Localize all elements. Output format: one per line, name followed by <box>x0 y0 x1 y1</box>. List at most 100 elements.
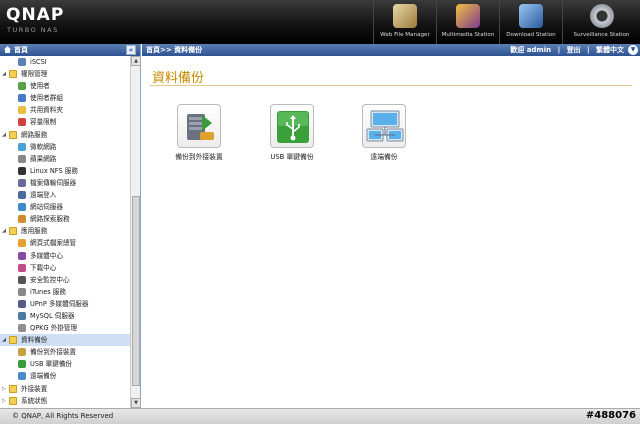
sidebar-item[interactable]: 遠端登入 <box>0 189 130 201</box>
breadcrumb[interactable]: 首頁>> 資料備份 <box>146 46 202 54</box>
sidebar-item-label: 網站伺服器 <box>30 203 63 212</box>
sidebar-item[interactable]: 備份到外接裝置 <box>0 346 130 358</box>
collapse-sidebar-button[interactable]: « <box>126 45 136 55</box>
menu-item-icon <box>18 287 26 296</box>
menu-item-icon <box>18 82 26 91</box>
collapsed-triangle-icon[interactable]: ▷ <box>1 383 7 395</box>
menu-item-icon <box>18 94 26 103</box>
sidebar-item[interactable]: 遠端備份 <box>0 370 130 382</box>
sidebar-item-label: iTunes 服務 <box>30 287 66 296</box>
sidebar-item[interactable]: 使用者 <box>0 80 130 92</box>
title-divider <box>150 85 632 86</box>
chevron-down-icon[interactable]: ▼ <box>628 45 638 55</box>
menu-item-icon <box>18 239 26 248</box>
web-file-manager-button[interactable]: Web File Manager <box>373 0 436 44</box>
sidebar-item-label: 遠端備份 <box>30 372 57 381</box>
sidebar-item-label: UPnP 多媒體伺服器 <box>30 299 89 308</box>
menu-item-icon <box>18 106 26 115</box>
backup-to-external-button[interactable]: 備份到外接裝置 <box>162 104 236 161</box>
sidebar-item[interactable]: 下載中心 <box>0 262 130 274</box>
language-select[interactable]: 繁體中文 <box>596 46 624 54</box>
web-file-manager-icon <box>393 4 417 28</box>
menu-item-icon <box>18 118 26 127</box>
sidebar-item[interactable]: Linux NFS 服務 <box>0 165 130 177</box>
surveillance-camera-icon <box>589 4 614 28</box>
usb-one-touch-backup-button[interactable]: USB 單鍵備份 <box>255 104 329 161</box>
sidebar-item[interactable]: UPnP 多媒體伺服器 <box>0 298 130 310</box>
menu-item-icon <box>18 299 26 308</box>
sidebar-group[interactable]: ▷ 系統狀態 <box>0 395 130 407</box>
sidebar-item[interactable]: 多媒體中心 <box>0 250 130 262</box>
sidebar-item[interactable]: 蘋果網路 <box>0 153 130 165</box>
multimedia-station-button[interactable]: Multimedia Station <box>436 0 499 44</box>
download-station-button[interactable]: Download Station <box>499 0 562 44</box>
scrollbar-thumb[interactable] <box>132 196 140 386</box>
sidebar-item-label: 使用者 <box>30 82 50 91</box>
sidebar-item[interactable]: 網路探索服務 <box>0 213 130 225</box>
sidebar-item-label: MySQL 伺服器 <box>30 311 75 320</box>
menu-item-icon <box>18 58 26 66</box>
menu-item-icon <box>18 142 26 151</box>
logout-link[interactable]: 登出 <box>567 46 581 54</box>
sidebar-item[interactable]: QPKG 外掛管理 <box>0 322 130 334</box>
scroll-down-arrow-icon[interactable]: ▼ <box>131 398 141 408</box>
sidebar-item[interactable]: 共用資料夾 <box>0 104 130 116</box>
sidebar-item-label: 系統狀態 <box>21 396 48 405</box>
user-area: 歡迎 admin | 登出 | 繁體中文 <box>506 44 624 56</box>
collapsed-triangle-icon[interactable]: ▷ <box>1 395 7 407</box>
expanded-triangle-icon[interactable]: ◢ <box>1 334 7 346</box>
sidebar-item-label: iSCSI <box>30 58 47 66</box>
breadcrumb-bar: 首頁>> 資料備份 歡迎 admin | 登出 | 繁體中文 ▼ <box>142 44 640 56</box>
sidebar-item[interactable]: 微軟網路 <box>0 141 130 153</box>
remote-backup-button[interactable]: 遠端備份 <box>347 104 421 161</box>
sidebar-item[interactable]: iTunes 服務 <box>0 286 130 298</box>
menu-item-icon <box>18 251 26 260</box>
sidebar-item[interactable]: iSCSI <box>0 56 130 68</box>
menu-item-icon <box>18 263 26 272</box>
sidebar-item[interactable]: 使用者群組 <box>0 92 130 104</box>
welcome-text: 歡迎 admin <box>510 46 552 54</box>
sidebar-item[interactable]: MySQL 伺服器 <box>0 310 130 322</box>
sidebar-group[interactable]: ◢ 權限管理 <box>0 68 130 80</box>
sidebar-item-label: 網頁式檔案總管 <box>30 239 77 248</box>
download-station-icon <box>519 4 543 28</box>
navigation-tree: iSCSI ◢ 權限管理使用者 使用者群組共用資料夾容量限制 ◢ 網路服務 微軟網路 蘋果網路… <box>0 56 130 408</box>
sidebar-item[interactable]: 檔案傳輸伺服器 <box>0 177 130 189</box>
folder-icon <box>9 130 17 139</box>
top-header: QNAP TURBO NAS Web File Manager Multimed… <box>0 0 640 44</box>
page-title: 資料備份 <box>152 71 205 86</box>
expanded-triangle-icon[interactable]: ◢ <box>1 225 7 237</box>
surveillance-station-button[interactable]: Surveillance Station <box>562 0 640 44</box>
folder-icon <box>9 336 17 345</box>
sidebar-item[interactable]: 網站伺服器 <box>0 201 130 213</box>
sidebar-item[interactable]: USB 單鍵備份 <box>0 358 130 370</box>
sidebar-item-label: 容量限制 <box>30 118 57 127</box>
sidebar-item[interactable]: 網頁式檔案總管 <box>0 237 130 249</box>
menu-item-icon <box>18 348 26 357</box>
menu-item-icon <box>18 372 26 381</box>
sidebar-item-label: QPKG 外掛管理 <box>30 324 78 333</box>
sidebar-group[interactable]: ◢ 資料備份 <box>0 334 130 347</box>
sidebar-item[interactable]: 容量限制 <box>0 116 130 128</box>
sidebar-group[interactable]: ▷ 外接裝置 <box>0 383 130 395</box>
menu-item-icon <box>18 166 26 175</box>
sidebar-scrollbar[interactable]: ▲ ▼ <box>130 56 141 408</box>
main-panel: 首頁>> 資料備份 歡迎 admin | 登出 | 繁體中文 ▼ 資料備份 備份… <box>142 44 640 408</box>
sidebar-item-label: 共用資料夾 <box>30 106 63 115</box>
expanded-triangle-icon[interactable]: ◢ <box>1 129 7 141</box>
sidebar-group[interactable]: ◢ 應用服務 <box>0 225 130 237</box>
sidebar-item-label: 外接裝置 <box>21 384 48 393</box>
expanded-triangle-icon[interactable]: ◢ <box>1 68 7 80</box>
multimedia-station-icon <box>456 4 480 28</box>
sidebar-item-label: 權限管理 <box>21 70 48 79</box>
remote-backup-label: 遠端備份 <box>370 153 398 161</box>
sidebar-item-label: USB 單鍵備份 <box>30 360 73 369</box>
post-id-watermark: #488076 <box>585 410 636 421</box>
sidebar-item-label: 資料備份 <box>21 336 48 345</box>
sidebar-group[interactable]: ◢ 網路服務 <box>0 129 130 141</box>
menu-item-icon <box>18 191 26 200</box>
sidebar-item[interactable]: 安全監控中心 <box>0 274 130 286</box>
scroll-up-arrow-icon[interactable]: ▲ <box>131 56 141 66</box>
footer: © QNAP, All Rights Reserved #488076 <box>0 408 640 424</box>
remote-backup-icon <box>362 104 406 148</box>
